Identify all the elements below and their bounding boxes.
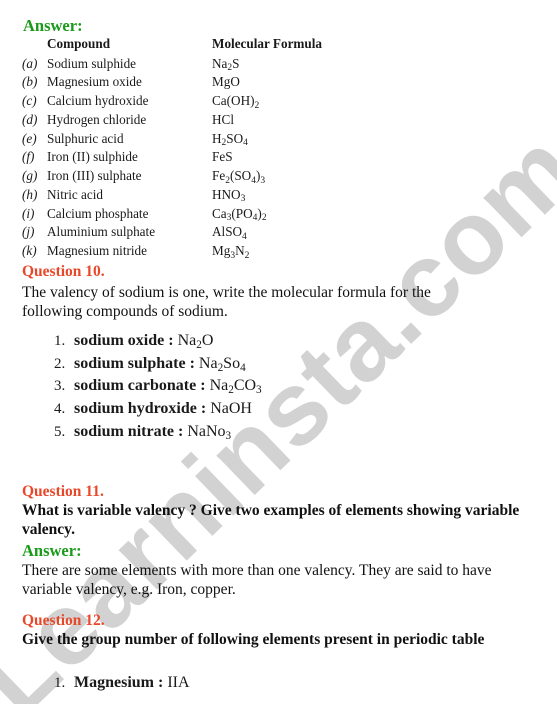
- list-item-number: 3.: [54, 378, 66, 395]
- row-key: (h): [22, 186, 38, 202]
- list-item-term: sodium oxide :: [70, 332, 178, 349]
- list-item: 3. sodium carbonate : Na2CO3: [54, 375, 262, 398]
- row-key: (j): [22, 224, 35, 240]
- compound-formula-table: Compound Molecular Formula (a) Sodium sul…: [22, 35, 362, 261]
- row-key: (c): [22, 93, 37, 109]
- compound-name: Hydrogen chloride: [47, 111, 147, 127]
- question-12-answer-list: 1. Magnesium : IIA: [22, 672, 190, 695]
- molecular-formula: HCl: [212, 111, 234, 127]
- row-key: (b): [22, 74, 38, 90]
- row-key: (a): [22, 55, 38, 71]
- column-header-compound: Compound: [47, 36, 111, 51]
- table-row: (k) Magnesium nitride Mg3N2: [22, 242, 362, 261]
- table-header-row: Compound Molecular Formula: [22, 35, 362, 55]
- list-item-term: Magnesium :: [70, 674, 168, 691]
- molecular-formula: Ca(OH)2: [212, 93, 260, 111]
- column-header-key: [22, 35, 47, 55]
- question-10-block: Question 10. The valency of sodium is on…: [22, 263, 492, 321]
- row-key: (i): [22, 205, 35, 221]
- table-row: (g) Iron (III) sulphate Fe2(SO4)3: [22, 167, 362, 186]
- compound-name: Iron (III) sulphate: [47, 168, 142, 184]
- list-item-formula: Na2CO3: [209, 377, 262, 397]
- compound-name: Magnesium nitride: [47, 243, 147, 259]
- list-item: 5. sodium nitrate : NaNo3: [54, 421, 262, 444]
- list-item-number: 1.: [54, 333, 66, 349]
- list-item-value: IIA: [167, 674, 190, 691]
- question-12-body: Give the group number of following eleme…: [22, 630, 485, 648]
- molecular-formula: Fe2(SO4)3: [212, 168, 266, 186]
- question-10-label: Question 10.: [22, 263, 105, 280]
- question-11-answer-label: Answer:: [22, 540, 82, 560]
- molecular-formula: AlSO4: [212, 224, 247, 242]
- list-item-term: sodium carbonate :: [70, 377, 210, 395]
- molecular-formula: HNO3: [212, 186, 246, 205]
- table-row: (a) Sodium sulphide Na2S: [22, 55, 362, 74]
- list-item: 1. Magnesium : IIA: [54, 672, 190, 695]
- compound-name: Sodium sulphide: [47, 55, 137, 71]
- table-body: (a) Sodium sulphide Na2S (b) Magnesium oxide…: [22, 55, 362, 261]
- question-11-body: What is variable valency ? Give two exam…: [22, 501, 520, 538]
- list-item-formula: NaOH: [210, 400, 252, 418]
- list-item-formula: Na2So4: [198, 354, 246, 374]
- table-row: (d) Hydrogen chloride HCl: [22, 111, 362, 130]
- table-row: (h) Nitric acid HNO3: [22, 186, 362, 205]
- question-10-body: The valency of sodium is one, write the …: [22, 283, 431, 321]
- molecular-formula: FeS: [212, 149, 233, 165]
- document-page: Learninsta.com Answer: Compound Molecula…: [0, 0, 557, 704]
- table-row: (b) Magnesium oxide MgO: [22, 73, 362, 92]
- answer-label: Answer:: [23, 16, 83, 35]
- list-item-term: sodium nitrate :: [70, 422, 188, 440]
- row-key: (e): [22, 130, 37, 146]
- row-key: (g): [22, 168, 38, 184]
- molecular-formula: Na2S: [212, 55, 240, 74]
- column-header-formula: Molecular Formula: [212, 36, 322, 51]
- question-11-block: Question 11. What is variable valency ? …: [22, 483, 522, 599]
- row-key: (k): [22, 243, 37, 259]
- question-12-label: Question 12.: [22, 612, 105, 629]
- molecular-formula: MgO: [212, 74, 240, 90]
- compound-name: Magnesium oxide: [47, 74, 142, 90]
- list-item-formula: Na2O: [177, 332, 214, 351]
- list-item-formula: NaNo3: [187, 422, 232, 442]
- question-10-answer-list: 1. sodium oxide : Na2O 2. sodium sulphate…: [22, 330, 262, 444]
- table-row: (j) Aluminium sulphate AlSO4: [22, 223, 362, 242]
- question-12-block: Question 12. Give the group number of fo…: [22, 612, 522, 650]
- table-row: (i) Calcium phosphate Ca3(PO4)2: [22, 205, 362, 224]
- question-11-label: Question 11.: [22, 483, 104, 500]
- compound-name: Aluminium sulphate: [47, 224, 156, 240]
- row-key: (f): [22, 149, 35, 165]
- compound-name: Calcium phosphate: [47, 205, 149, 221]
- row-key: (d): [22, 111, 38, 127]
- compound-name: Iron (II) sulphide: [47, 149, 138, 165]
- molecular-formula: Ca3(PO4)2: [212, 205, 267, 224]
- table-row: (f) Iron (II) sulphide FeS: [22, 148, 362, 167]
- molecular-formula: H2SO4: [212, 130, 248, 149]
- table-row: (e) Sulphuric acid H2SO4: [22, 130, 362, 149]
- compound-name: Nitric acid: [47, 186, 104, 202]
- molecular-formula: Mg3N2: [212, 243, 250, 261]
- list-item-term: sodium hydroxide :: [70, 400, 211, 418]
- table-row: (c) Calcium hydroxide Ca(OH)2: [22, 92, 362, 111]
- list-item-number: 2.: [54, 355, 66, 372]
- compound-name: Calcium hydroxide: [47, 93, 149, 109]
- list-item: 4. sodium hydroxide : NaOH: [54, 398, 262, 421]
- list-item: 1. sodium oxide : Na2O: [54, 330, 262, 353]
- list-item-number: 4.: [54, 401, 66, 418]
- list-item-number: 1.: [54, 675, 66, 691]
- list-item-number: 5.: [54, 423, 66, 440]
- list-item: 2. sodium sulphate : Na2So4: [54, 353, 262, 376]
- question-11-answer-text: There are some elements with more than o…: [22, 561, 492, 599]
- table-header: Compound Molecular Formula: [22, 35, 362, 55]
- list-item-term: sodium sulphate :: [70, 354, 199, 372]
- compound-name: Sulphuric acid: [47, 130, 124, 146]
